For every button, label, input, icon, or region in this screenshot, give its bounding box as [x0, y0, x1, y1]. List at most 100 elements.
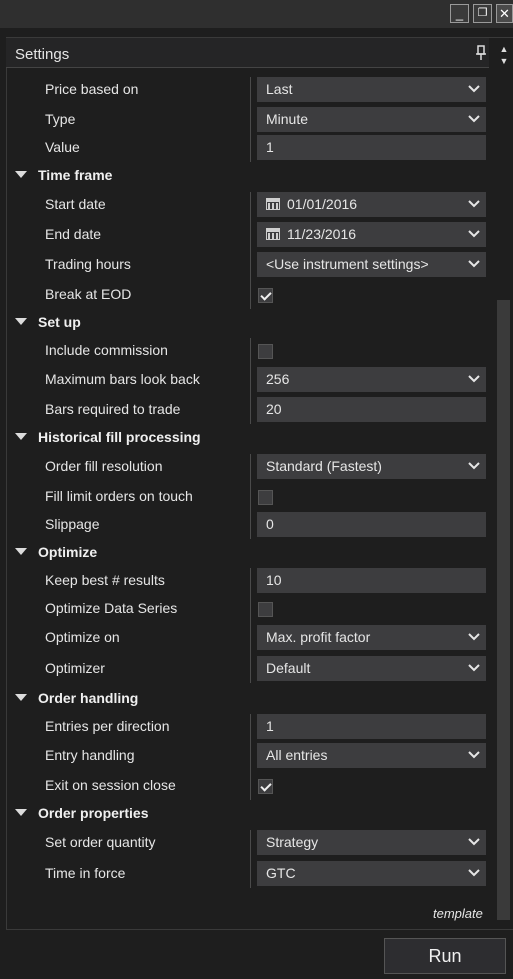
property-label: Optimize on — [45, 629, 120, 645]
property-row-keep-best-results: Keep best # results 10 — [6, 567, 489, 595]
scroll-thumb[interactable] — [497, 300, 510, 920]
property-label: Optimizer — [45, 660, 105, 676]
entry-handling-dropdown[interactable]: All entries — [257, 743, 486, 768]
category-optimize[interactable]: Optimize — [6, 539, 489, 567]
property-label: Start date — [45, 196, 106, 212]
field-value: <Use instrument settings> — [266, 256, 429, 272]
property-row-entry-handling: Entry handling All entries — [6, 742, 489, 770]
chevron-down-icon — [468, 115, 480, 123]
field-value: Standard (Fastest) — [266, 458, 382, 474]
property-row-price-based-on: Price based on Last — [6, 76, 489, 104]
property-label: Trading hours — [45, 256, 131, 272]
field-value: GTC — [266, 865, 296, 881]
property-row-fill-limit-orders-on-touch: Fill limit orders on touch — [6, 483, 489, 511]
property-label: Set order quantity — [45, 834, 156, 850]
collapse-arrow-icon[interactable] — [15, 694, 27, 701]
vertical-scrollbar[interactable]: ▲ ▼ — [494, 38, 513, 930]
field-value: Default — [266, 660, 311, 676]
property-label: Entry handling — [45, 747, 135, 763]
template-label[interactable]: template — [433, 906, 483, 921]
property-label: Order fill resolution — [45, 458, 163, 474]
property-row-optimize-data-series: Optimize Data Series — [6, 595, 489, 623]
include-commission-checkbox[interactable] — [258, 344, 273, 359]
chevron-down-icon — [468, 85, 480, 93]
property-row-time-in-force: Time in force GTC — [6, 860, 489, 888]
property-label: End date — [45, 226, 102, 242]
restore-button[interactable]: ❐ — [473, 4, 492, 23]
property-row-slippage: Slippage 0 — [6, 511, 489, 539]
field-value: 1 — [266, 139, 274, 155]
scroll-up-icon[interactable]: ▲ — [498, 44, 510, 54]
chevron-down-icon — [468, 751, 480, 759]
field-value: Last — [266, 81, 293, 97]
property-row-include-commission: Include commission — [6, 337, 489, 365]
restore-icon: ❐ — [477, 7, 488, 19]
property-row-order-fill-resolution: Order fill resolution Standard (Fastest) — [6, 453, 489, 481]
category-label: Order properties — [38, 805, 149, 821]
chevron-down-icon — [468, 869, 480, 877]
exit-on-session-close-checkbox[interactable] — [258, 779, 273, 794]
scroll-down-icon[interactable]: ▼ — [498, 56, 510, 66]
category-historical-fill-processing[interactable]: Historical fill processing — [6, 424, 489, 452]
field-value: 0 — [266, 516, 274, 532]
category-label: Time frame — [38, 167, 113, 183]
collapse-arrow-icon[interactable] — [15, 433, 27, 440]
category-order-handling[interactable]: Order handling — [6, 685, 489, 713]
collapse-arrow-icon[interactable] — [15, 318, 27, 325]
minimize-button[interactable]: _ — [450, 4, 469, 23]
trading-hours-dropdown[interactable]: <Use instrument settings> — [257, 252, 486, 277]
property-row-value: Value 1 — [6, 134, 489, 162]
property-label: Slippage — [45, 516, 100, 532]
fill-limit-orders-on-touch-checkbox[interactable] — [258, 490, 273, 505]
run-button[interactable]: Run — [384, 938, 506, 974]
category-time-frame[interactable]: Time frame — [6, 162, 489, 190]
optimize-on-dropdown[interactable]: Max. profit factor — [257, 625, 486, 650]
pin-icon[interactable] — [476, 45, 486, 64]
type-dropdown[interactable]: Minute — [257, 107, 486, 132]
property-row-bars-required-to-trade: Bars required to trade 20 — [6, 396, 489, 424]
property-row-type: Type Minute — [6, 106, 489, 134]
property-label: Fill limit orders on touch — [45, 488, 193, 504]
window-titlebar: _ ❐ ✕ — [0, 0, 513, 28]
value-input[interactable]: 1 — [257, 135, 486, 160]
set-order-quantity-dropdown[interactable]: Strategy — [257, 830, 486, 855]
maximum-bars-look-back-dropdown[interactable]: 256 — [257, 367, 486, 392]
time-in-force-dropdown[interactable]: GTC — [257, 861, 486, 886]
calendar-icon[interactable] — [266, 228, 280, 240]
end-date-date-picker[interactable]: 11/23/2016 — [257, 222, 486, 247]
field-value: 10 — [266, 572, 282, 588]
order-fill-resolution-dropdown[interactable]: Standard (Fastest) — [257, 454, 486, 479]
break-at-eod-checkbox[interactable] — [258, 288, 273, 303]
collapse-arrow-icon[interactable] — [15, 809, 27, 816]
property-label: Break at EOD — [45, 286, 132, 302]
bars-required-to-trade-input[interactable]: 20 — [257, 397, 486, 422]
collapse-arrow-icon[interactable] — [15, 171, 27, 178]
field-value: 1 — [266, 718, 274, 734]
slippage-input[interactable]: 0 — [257, 512, 486, 537]
close-button[interactable]: ✕ — [496, 4, 513, 23]
optimizer-dropdown[interactable]: Default — [257, 656, 486, 681]
property-label: Maximum bars look back — [45, 371, 200, 387]
price-based-on-dropdown[interactable]: Last — [257, 77, 486, 102]
property-row-end-date: End date 11/23/2016 — [6, 221, 489, 249]
chevron-down-icon — [468, 375, 480, 383]
field-value: All entries — [266, 747, 328, 763]
property-label: Include commission — [45, 342, 168, 358]
property-label: Keep best # results — [45, 572, 165, 588]
category-label: Optimize — [38, 544, 98, 560]
optimize-data-series-checkbox[interactable] — [258, 602, 273, 617]
category-order-properties[interactable]: Order properties — [6, 800, 489, 828]
calendar-icon[interactable] — [266, 198, 280, 210]
property-label: Type — [45, 111, 76, 127]
entries-per-direction-input[interactable]: 1 — [257, 714, 486, 739]
start-date-date-picker[interactable]: 01/01/2016 — [257, 192, 486, 217]
property-row-exit-on-session-close: Exit on session close — [6, 772, 489, 800]
keep-best-results-input[interactable]: 10 — [257, 568, 486, 593]
category-set-up[interactable]: Set up — [6, 309, 489, 337]
chevron-down-icon — [468, 230, 480, 238]
property-label: Value — [45, 139, 80, 155]
property-row-set-order-quantity: Set order quantity Strategy — [6, 829, 489, 857]
collapse-arrow-icon[interactable] — [15, 548, 27, 555]
panel-header: Settings — [6, 38, 489, 68]
panel-title: Settings — [15, 46, 70, 63]
